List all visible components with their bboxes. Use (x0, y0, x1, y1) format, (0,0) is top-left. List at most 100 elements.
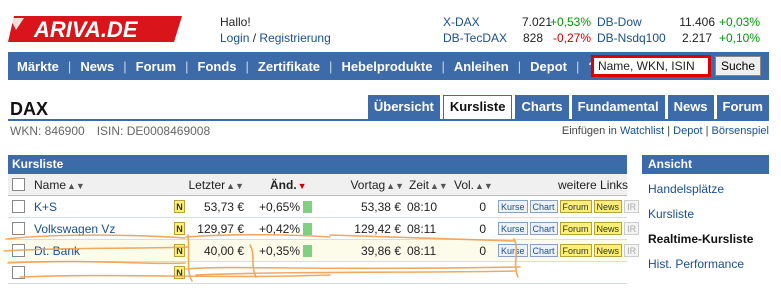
news-link[interactable]: News (593, 244, 623, 257)
column-header-links: weitere Links (558, 178, 629, 192)
column-header-vol[interactable]: Vol.▲▼ (454, 174, 493, 196)
column-header-name[interactable]: Name▲▼ (34, 174, 85, 196)
change-percent: +0,35% (258, 244, 300, 258)
tab-forum[interactable]: Forum (716, 95, 769, 119)
kurse-link[interactable]: Kurse (498, 244, 528, 257)
stock-name-link[interactable]: K+S (34, 196, 57, 218)
column-header-last[interactable]: Letzter▲▼ (180, 174, 244, 196)
tab-bar: Übersicht Kursliste Charts Fundamental N… (365, 95, 769, 119)
page-title: DAX (10, 99, 49, 119)
ticker-db-nsdq100[interactable]: DB-Nsdq100 2.217 +0,10% (597, 30, 760, 46)
tab-charts[interactable]: Charts (515, 95, 569, 119)
tab-fundamental[interactable]: Fundamental (571, 95, 665, 119)
sort-icon: ▲▼ (386, 181, 404, 191)
ir-link[interactable]: IR (624, 222, 640, 235)
ticker-db-dow[interactable]: DB-Dow 11.406 +0,03% (597, 14, 760, 30)
nav-item-hebelprodukte[interactable]: Hebelprodukte (332, 59, 441, 74)
news-link[interactable]: News (593, 222, 623, 235)
nav-item-forum[interactable]: Forum (127, 59, 185, 74)
kurse-link[interactable]: Kurse (498, 200, 528, 213)
row-checkbox[interactable] (12, 244, 25, 257)
ansicht-item-kursliste[interactable]: Kursliste (642, 199, 769, 224)
table-header-row: Name▲▼ Letzter▲▼ Änd.▼ Vortag▲▼ Zeit▲▼ V… (8, 174, 629, 196)
volume: 0 (479, 200, 486, 214)
prev-close: 53,38 € (360, 200, 401, 214)
select-all-checkbox[interactable] (12, 178, 25, 191)
row-checkbox[interactable] (12, 222, 25, 235)
site-header: ARIVA.DE Hallo! Login / Registrierung X-… (0, 0, 781, 52)
row-checkbox[interactable] (12, 200, 25, 213)
ir-link[interactable]: IR (624, 200, 640, 213)
security-ids: WKN: 846900 ISIN: DE0008469008 (10, 124, 210, 138)
kursliste-panel-title: Kursliste (8, 155, 627, 174)
sort-icon: ▲▼ (226, 181, 244, 191)
sort-icon: ▲▼ (475, 181, 493, 191)
change-bar (303, 201, 312, 213)
depot-link[interactable]: Depot (673, 125, 702, 137)
news-flag-icon[interactable]: N (174, 200, 185, 213)
column-header-time[interactable]: Zeit▲▼ (409, 174, 448, 196)
chart-link[interactable]: Chart (529, 200, 558, 213)
news-link[interactable]: News (593, 200, 623, 213)
ansicht-item-handelsplaetze[interactable]: Handelsplätze (642, 174, 769, 199)
nav-item-anleihen[interactable]: Anleihen (445, 59, 518, 74)
search-button[interactable]: Suche (714, 56, 761, 76)
quote-time: 08:11 (407, 222, 437, 236)
last-price: 53,73 € (203, 200, 244, 214)
ansicht-panel-title: Ansicht (642, 155, 769, 174)
chart-link[interactable]: Chart (529, 244, 558, 257)
table-row: Dt. Bank N 40,00 € +0,35% 39,86 € 08:11 … (8, 240, 640, 262)
login-separator: / (252, 31, 257, 45)
greeting-text: Hallo! (220, 15, 251, 29)
sort-icon: ▲▼ (430, 181, 448, 191)
stock-name-link[interactable]: Volkswagen Vz (34, 218, 115, 240)
change-percent: +0,65% (258, 200, 300, 214)
news-flag-icon[interactable]: N (174, 222, 185, 235)
kurse-link[interactable]: Kurse (498, 222, 528, 235)
tab-uebersicht[interactable]: Übersicht (367, 95, 440, 119)
column-header-change[interactable]: Änd.▼ (270, 174, 307, 196)
nav-item-depot[interactable]: Depot (521, 59, 576, 74)
table-row: K+S N 53,73 € +0,65% 53,38 € 08:10 0 Kur… (8, 196, 640, 218)
forum-link[interactable]: Forum (559, 200, 592, 213)
change-bar (303, 223, 312, 235)
register-link[interactable]: Registrierung (259, 31, 330, 45)
nav-item-fonds[interactable]: Fonds (189, 59, 246, 74)
news-flag-icon[interactable]: N (174, 244, 185, 257)
boersenspiel-link[interactable]: Börsenspiel (712, 125, 769, 137)
prev-close: 39,86 € (360, 244, 401, 258)
search-form: Suche (590, 54, 761, 78)
login-link[interactable]: Login (220, 31, 249, 45)
main-navigation: Märkte | News | Forum | Fonds | Zertifikate |… (8, 52, 769, 80)
watchlist-actions: Einfügen in Watchlist | Depot | Börsensp… (562, 125, 769, 137)
tab-news[interactable]: News (667, 95, 714, 119)
forum-link[interactable]: Forum (559, 244, 592, 257)
change-percent: +0,42% (258, 222, 300, 236)
ansicht-item-hist-performance[interactable]: Hist. Performance (642, 249, 769, 274)
tab-kursliste[interactable]: Kursliste (442, 95, 513, 119)
chart-link[interactable]: Chart (529, 222, 558, 235)
row-checkbox[interactable] (12, 266, 25, 279)
news-flag-icon[interactable]: N (174, 266, 185, 279)
ticker-db-tecdax[interactable]: DB-TecDAX 828 -0,27% (443, 30, 591, 46)
quote-time: 08:11 (407, 244, 437, 258)
volume: 0 (479, 222, 486, 236)
stock-name-link[interactable]: Dt. Bank (34, 240, 80, 262)
ariva-logo[interactable]: ARIVA.DE (8, 12, 182, 46)
watchlist-link[interactable]: Watchlist (620, 125, 664, 137)
ticker-x-dax[interactable]: X-DAX 7.021 +0,53% (443, 14, 591, 30)
nav-item-zertifikate[interactable]: Zertifikate (249, 59, 329, 74)
table-row: N (8, 262, 627, 284)
column-header-prev[interactable]: Vortag▲▼ (348, 174, 404, 196)
ansicht-item-realtime-kursliste[interactable]: Realtime-Kursliste (642, 224, 769, 249)
forum-link[interactable]: Forum (559, 222, 592, 235)
change-bar (303, 245, 312, 257)
search-input[interactable] (590, 55, 711, 77)
watch-separator: | (667, 125, 671, 137)
isin-label: ISIN: DE0008469008 (96, 124, 211, 138)
ir-link[interactable]: IR (624, 244, 640, 257)
nav-item-news[interactable]: News (71, 59, 123, 74)
nav-item-maerkte[interactable]: Märkte (8, 59, 68, 74)
title-divider (8, 119, 769, 121)
wkn-label: WKN: 846900 (10, 124, 85, 138)
